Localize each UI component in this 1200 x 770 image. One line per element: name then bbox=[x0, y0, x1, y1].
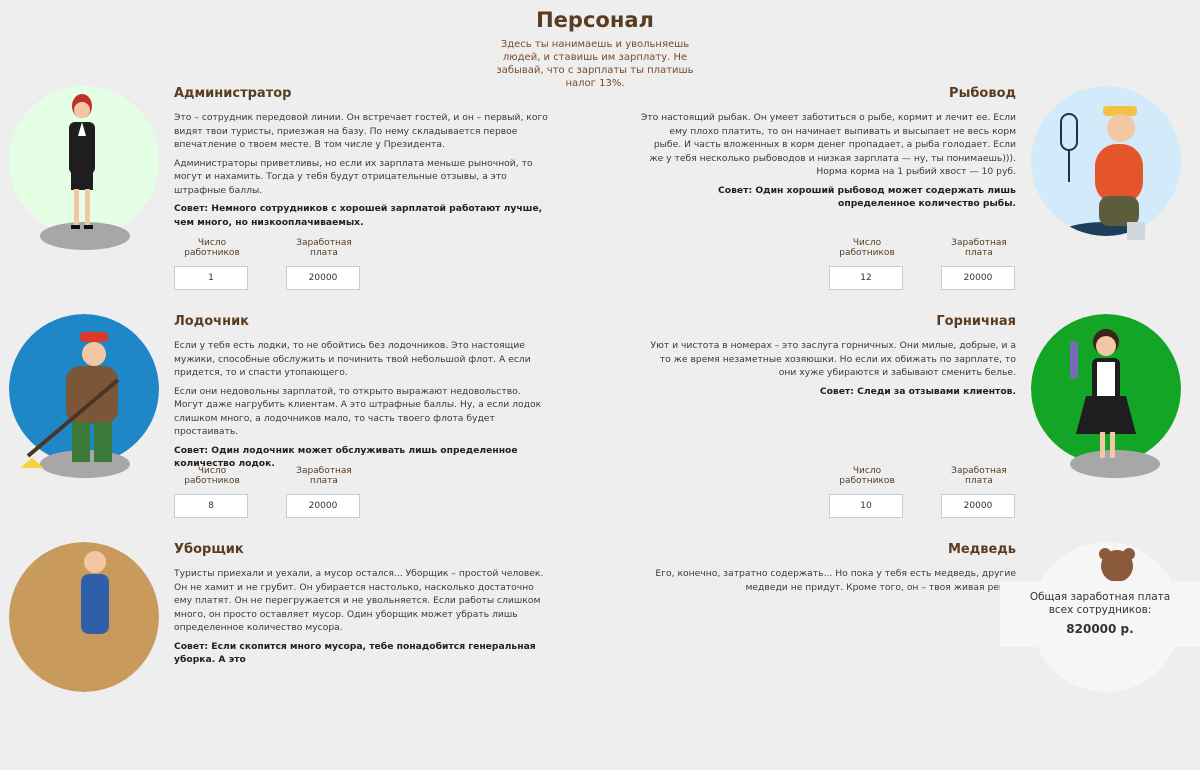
workers-field: Число работников bbox=[829, 466, 905, 518]
staff-card-bear: Медведь Его, конечно, затратно содержать… bbox=[0, 542, 1200, 770]
salary-input[interactable] bbox=[941, 494, 1015, 518]
workers-field: Число работников bbox=[829, 238, 905, 290]
total-salary-value: 820000 р. bbox=[1066, 622, 1134, 636]
staff-card-fish-farmer: Рыбовод Это настоящий рыбак. Он умеет за… bbox=[0, 86, 1200, 314]
salary-input[interactable] bbox=[941, 266, 1015, 290]
workers-label: Число работников bbox=[839, 466, 895, 486]
staff-title: Горничная bbox=[936, 314, 1016, 329]
staff-tip: Совет: Один хороший рыбовод может содерж… bbox=[718, 184, 1016, 210]
salary-label: Заработная плата bbox=[951, 238, 1007, 258]
salary-field: Заработная плата bbox=[941, 238, 1017, 290]
workers-input[interactable] bbox=[829, 266, 903, 290]
staff-card-maid: Горничная Уют и чистота в номерах – это … bbox=[0, 314, 1200, 542]
total-salary-panel: Общая заработная плата всех сотрудников:… bbox=[1000, 581, 1200, 647]
staff-description: Это настоящий рыбак. Он умеет заботиться… bbox=[640, 112, 1016, 177]
page-title: Персонал bbox=[536, 8, 654, 32]
workers-input[interactable] bbox=[829, 494, 903, 518]
staff-description: Уют и чистота в номерах – это заслуга го… bbox=[650, 340, 1016, 378]
workers-label: Число работников bbox=[839, 238, 895, 258]
staff-title: Медведь bbox=[947, 542, 1016, 557]
maid-figure bbox=[1070, 329, 1136, 458]
staff-tip: Совет: Следи за отзывами клиентов. bbox=[819, 385, 1016, 397]
total-salary-label: Общая заработная плата всех сотрудников: bbox=[1029, 591, 1171, 616]
staff-description: Его, конечно, затратно содержать... Но п… bbox=[655, 568, 1016, 593]
fish-farmer-figure bbox=[1060, 106, 1145, 240]
salary-field: Заработная плата bbox=[941, 466, 1017, 518]
page-subtitle: Здесь ты нанимаешь и увольняешь людей, и… bbox=[496, 39, 694, 89]
salary-label: Заработная плата bbox=[951, 466, 1007, 486]
staff-title: Рыбовод bbox=[949, 86, 1016, 101]
